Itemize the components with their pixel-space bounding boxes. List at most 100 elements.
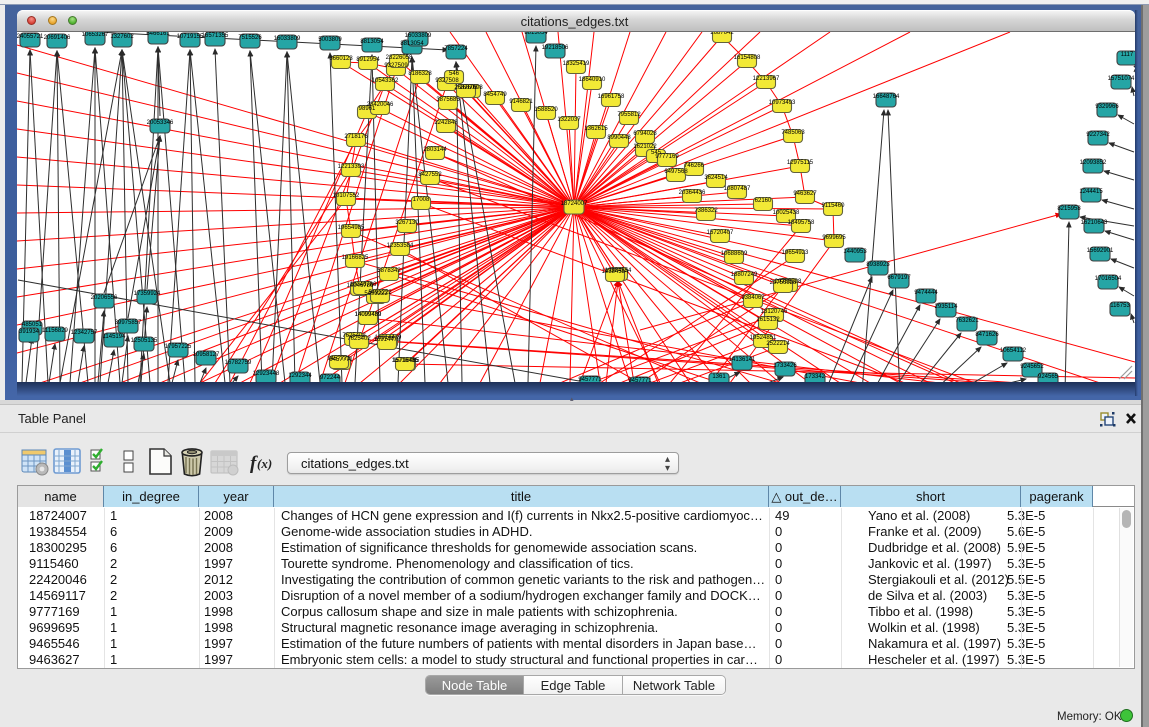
svg-text:19384554: 19384554 <box>602 269 629 275</box>
svg-text:16648764: 16648764 <box>873 94 900 100</box>
svg-text:2803144: 2803144 <box>423 147 447 153</box>
svg-text:8427552: 8427552 <box>418 172 442 178</box>
svg-text:16571355: 16571355 <box>202 33 229 39</box>
svg-text:924565: 924565 <box>1038 374 1059 380</box>
svg-text:8990448: 8990448 <box>607 135 631 141</box>
svg-text:5003809: 5003809 <box>318 37 342 43</box>
svg-text:29756928: 29756928 <box>770 280 797 286</box>
svg-text:6794028: 6794028 <box>633 131 657 137</box>
svg-text:5493222: 5493222 <box>368 290 392 296</box>
svg-text:9474444: 9474444 <box>914 290 938 296</box>
svg-text:8186328: 8186328 <box>408 71 432 77</box>
svg-text:17957225: 17957225 <box>165 344 192 350</box>
svg-text:7485063: 7485063 <box>781 130 805 136</box>
svg-text:9146821: 9146821 <box>509 99 533 105</box>
svg-text:1117: 1117 <box>1121 52 1134 58</box>
svg-text:485051: 485051 <box>22 322 43 328</box>
svg-text:20364436: 20364436 <box>679 190 706 196</box>
svg-text:16210643: 16210643 <box>1081 220 1108 226</box>
svg-text:12093852: 12093852 <box>1080 160 1107 166</box>
svg-text:9384067: 9384067 <box>741 295 765 301</box>
svg-text:7386322: 7386322 <box>694 208 718 214</box>
svg-text:24055721: 24055721 <box>17 34 44 40</box>
svg-text:20206556: 20206556 <box>91 295 118 301</box>
svg-text:1322037: 1322037 <box>557 117 581 123</box>
svg-text:39975857: 39975857 <box>115 320 142 326</box>
svg-text:1292344: 1292344 <box>288 373 312 379</box>
svg-text:9699695: 9699695 <box>822 235 846 241</box>
svg-text:7857224: 7857224 <box>444 46 468 52</box>
svg-text:16033809: 16033809 <box>405 33 432 39</box>
svg-text:1588520: 1588520 <box>534 107 558 113</box>
svg-text:9457771: 9457771 <box>628 378 652 382</box>
svg-text:10025438: 10025438 <box>773 210 800 216</box>
svg-text:19218506: 19218506 <box>542 45 569 51</box>
svg-text:19166825: 19166825 <box>342 255 369 261</box>
svg-text:746266: 746266 <box>684 163 705 169</box>
svg-text:13325419: 13325419 <box>563 61 590 67</box>
svg-text:18640910: 18640910 <box>579 77 606 83</box>
svg-text:14099489: 14099489 <box>355 312 382 318</box>
svg-text:7955812: 7955812 <box>617 112 641 118</box>
svg-text:12353584: 12353584 <box>387 243 414 249</box>
svg-text:9327508: 9327508 <box>435 78 459 84</box>
svg-text:10973493: 10973493 <box>769 100 796 106</box>
svg-text:23420046: 23420046 <box>367 102 394 108</box>
svg-text:6679197: 6679197 <box>887 275 911 281</box>
svg-text:3267130: 3267130 <box>395 220 419 226</box>
svg-text:7515526: 7515526 <box>238 35 262 41</box>
svg-text:5878342: 5878342 <box>377 268 401 274</box>
svg-text:20053346: 20053346 <box>147 120 174 126</box>
svg-text:19654923: 19654923 <box>782 250 809 256</box>
svg-text:972244: 972244 <box>320 375 341 381</box>
svg-text:12505135: 12505135 <box>131 338 158 344</box>
svg-text:8813054: 8813054 <box>360 39 384 45</box>
svg-text:9327509: 9327509 <box>384 63 408 69</box>
svg-text:15692901: 15692901 <box>1087 248 1114 254</box>
svg-text:20691406: 20691406 <box>44 35 71 41</box>
svg-text:62160: 62160 <box>755 198 772 204</box>
svg-text:10654112: 10654112 <box>1000 348 1027 354</box>
svg-text:10958127: 10958127 <box>193 352 220 358</box>
svg-text:16782759: 16782759 <box>225 360 252 366</box>
svg-text:13120746: 13120746 <box>761 309 788 315</box>
svg-text:10107552: 10107552 <box>333 193 360 199</box>
svg-text:8215958: 8215958 <box>1057 206 1081 212</box>
svg-text:16154808: 16154808 <box>734 55 761 61</box>
svg-text:8813054: 8813054 <box>524 32 548 36</box>
svg-text:3875685: 3875685 <box>436 97 460 103</box>
svg-text:8471626: 8471626 <box>975 332 999 338</box>
svg-text:9227342: 9227342 <box>1086 132 1110 138</box>
svg-text:10719155: 10719155 <box>177 34 204 40</box>
svg-text:2935114: 2935114 <box>935 304 959 310</box>
svg-text:1362615: 1362615 <box>584 126 608 132</box>
svg-text:12342757: 12342757 <box>71 330 98 336</box>
svg-text:23226058: 23226058 <box>386 55 413 61</box>
svg-text:8938923: 8938923 <box>866 262 890 268</box>
svg-text:7625402: 7625402 <box>347 336 371 342</box>
svg-text:17008: 17008 <box>413 197 430 203</box>
svg-text:1145194: 1145194 <box>103 334 127 340</box>
svg-text:11156829: 11156829 <box>42 328 68 334</box>
svg-text:16033809: 16033809 <box>274 36 301 42</box>
svg-text:1327602: 1327602 <box>110 34 134 40</box>
svg-text:9115460: 9115460 <box>822 203 846 209</box>
svg-text:9245652: 9245652 <box>1020 364 1044 370</box>
svg-text:116753: 116753 <box>1110 303 1130 309</box>
svg-text:1733426: 1733426 <box>773 363 797 369</box>
svg-text:3624514: 3624514 <box>704 175 728 181</box>
svg-text:10688609: 10688609 <box>721 251 748 257</box>
svg-text:3660123: 3660123 <box>329 56 353 62</box>
svg-text:12975115: 12975115 <box>787 160 814 166</box>
svg-text:2522214: 2522214 <box>766 341 790 347</box>
svg-text:14136141: 14136141 <box>729 357 756 363</box>
svg-text:6497568: 6497568 <box>664 169 688 175</box>
svg-text:10046786: 10046786 <box>350 282 377 288</box>
svg-text:(x): (x) <box>257 456 272 471</box>
svg-text:6466161: 6466161 <box>146 32 170 37</box>
svg-text:12213967: 12213967 <box>753 76 780 82</box>
svg-text:1440953: 1440953 <box>843 249 867 255</box>
svg-text:1244415: 1244415 <box>1079 189 1103 195</box>
svg-text:2687608: 2687608 <box>454 85 478 91</box>
svg-text:10543362: 10543362 <box>372 78 399 84</box>
